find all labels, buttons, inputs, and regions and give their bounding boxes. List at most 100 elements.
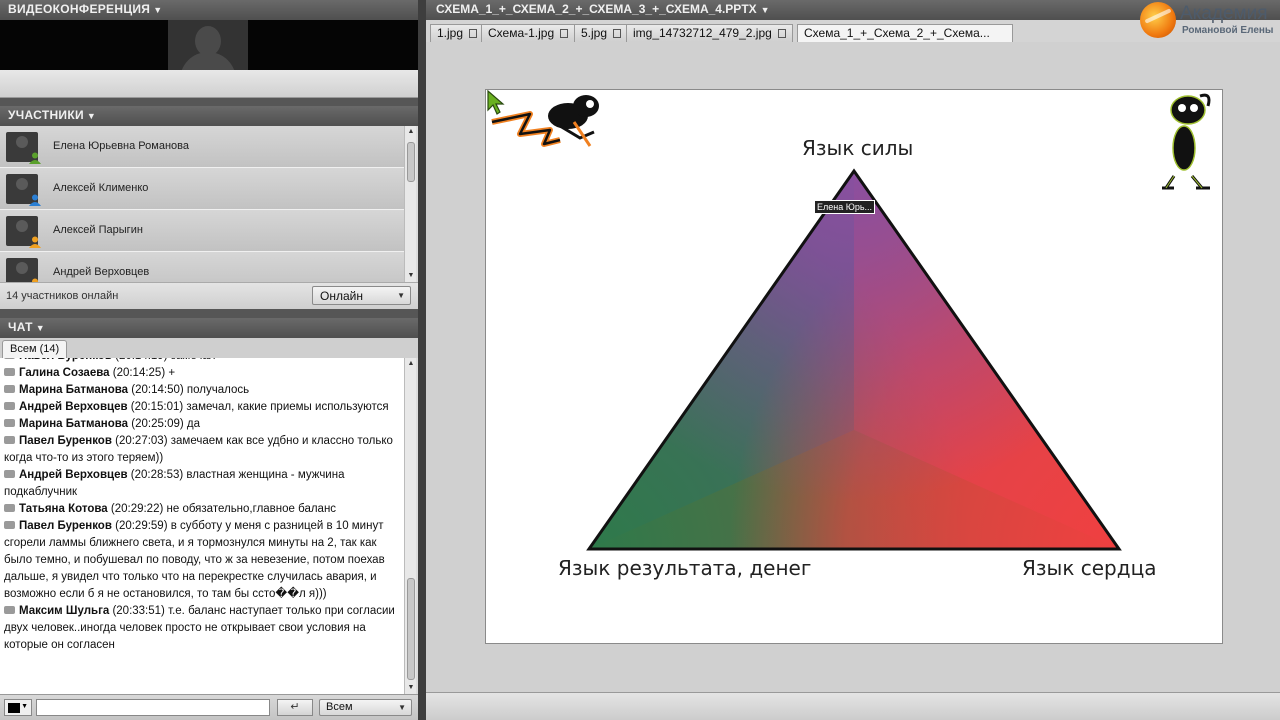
chat-message: Максим Шульга (20:33:51) т.е. баланс нас… xyxy=(4,603,398,654)
chat-author[interactable]: Марина Батманова xyxy=(19,384,128,396)
tab-file-1[interactable]: 1.jpg xyxy=(430,24,485,42)
chat-bubble-icon xyxy=(4,385,15,393)
chat-message-input[interactable] xyxy=(36,699,270,716)
participants-panel-header[interactable]: УЧАСТНИКИ ▼ xyxy=(0,106,418,126)
chat-panel: ЧАТ▼ Всем (14) Павел Буренков (20:14:19)… xyxy=(0,318,418,720)
chat-bubble-icon xyxy=(4,521,15,529)
video-panel-title: ВИДЕОКОНФЕРЕНЦИЯ xyxy=(8,2,151,16)
video-controls-bar xyxy=(0,70,418,98)
chat-author[interactable]: Андрей Верховцев xyxy=(19,401,128,413)
chat-text: не обязательно,главное баланс xyxy=(166,503,337,515)
chat-author[interactable]: Павел Буренков xyxy=(19,435,112,447)
label-bottom-right: Язык сердца xyxy=(1022,556,1157,580)
tab-file-3[interactable]: 5.jpg xyxy=(574,24,629,42)
chevron-down-icon[interactable]: ▼ xyxy=(36,323,45,333)
tab-label: 5.jpg xyxy=(581,26,608,40)
chat-time: (20:33:51) xyxy=(112,605,165,617)
avatar xyxy=(6,132,41,164)
chat-time: (20:15:01) xyxy=(130,401,184,413)
chevron-down-icon[interactable]: ▼ xyxy=(153,5,162,15)
chat-text: в субботу у меня с разницей в 10 минут с… xyxy=(4,520,385,600)
chat-message: Андрей Верховцев (20:15:01) замечал, как… xyxy=(4,399,398,416)
chat-author[interactable]: Максим Шульга xyxy=(19,605,109,617)
participant-name: Елена Юрьевна Романова xyxy=(53,140,189,152)
avatar xyxy=(6,258,38,282)
chat-bubble-icon xyxy=(4,402,15,410)
chat-time: (20:14:25) xyxy=(112,367,166,379)
scroll-down-icon[interactable]: ▼ xyxy=(405,682,417,694)
participant-row[interactable]: Алексей Клименко xyxy=(0,168,404,210)
chat-message-list: Павел Буренков (20:14:19) замечалГалина … xyxy=(0,358,402,654)
chat-panel-header[interactable]: ЧАТ ▼ xyxy=(0,318,418,338)
tab-file-4[interactable]: img_14732712_479_2.jpg xyxy=(626,24,793,42)
label-top: Язык силы xyxy=(802,136,914,160)
recipient-select-value: Всем xyxy=(326,701,353,713)
document-toolbar xyxy=(426,692,1280,720)
academy-logo: Академия Романовой Елены xyxy=(1140,0,1276,40)
status-select[interactable]: Онлайн ▼ xyxy=(312,286,411,305)
online-count: 14 участников онлайн xyxy=(6,290,119,302)
app-window: ВИДЕОКОНФЕРЕНЦИЯ ▼ УЧАСТНИКИ ▼ Елена Юрьев xyxy=(0,0,1280,720)
slide-viewport: Язык силы Язык результата, денег Язык се… xyxy=(426,42,1280,692)
send-button[interactable]: ↵ xyxy=(277,699,313,716)
chat-time: (20:28:53) xyxy=(130,469,184,481)
chevron-down-icon: ▼ xyxy=(21,703,28,710)
tab-file-5[interactable]: Схема_1_+_Схема_2_+_Схема... xyxy=(797,24,1013,42)
chevron-down-icon: ▼ xyxy=(398,703,406,712)
document-tabs: 1.jpg Схема-1.jpg 5.jpg img_14732712_479… xyxy=(426,22,1146,42)
user-silhouette-body xyxy=(180,52,236,70)
chat-author[interactable]: Марина Батманова xyxy=(19,418,128,430)
participant-name: Алексей Клименко xyxy=(53,182,149,194)
text-color-picker[interactable]: ▼ xyxy=(4,699,32,716)
chevron-down-icon[interactable]: ▼ xyxy=(87,111,96,121)
chat-tab-all[interactable]: Всем (14) xyxy=(2,340,68,358)
scroll-up-icon[interactable]: ▲ xyxy=(405,358,417,370)
user-status-icon xyxy=(29,194,41,206)
chat-author[interactable]: Галина Созаева xyxy=(19,367,110,379)
left-column: ВИДЕОКОНФЕРЕНЦИЯ ▼ УЧАСТНИКИ ▼ Елена Юрьев xyxy=(0,0,418,720)
presenter-cursor-icon xyxy=(487,90,505,115)
chat-time: (20:27:03) xyxy=(115,435,168,447)
document-panel: СХЕМА_1_+_СХЕМА_2_+_СХЕМА_3_+_СХЕМА_4.PP… xyxy=(426,0,1280,720)
chat-message: Павел Буренков (20:27:03) замечаем как в… xyxy=(4,433,398,467)
recipient-select[interactable]: Всем ▼ xyxy=(319,699,412,716)
participants-footer: 14 участников онлайн Онлайн ▼ xyxy=(0,282,418,309)
chevron-down-icon[interactable]: ▼ xyxy=(761,5,770,15)
participant-row[interactable]: Андрей Верховцев xyxy=(0,252,404,282)
document-title: СХЕМА_1_+_СХЕМА_2_+_СХЕМА_3_+_СХЕМА_4.PP… xyxy=(436,2,757,16)
chat-text: + xyxy=(168,367,176,379)
panel-divider[interactable] xyxy=(418,0,426,720)
tab-label: Схема_1_+_Схема_2_+_Схема... xyxy=(804,26,990,40)
chat-message: Галина Созаева (20:14:25) + xyxy=(4,365,398,382)
chat-text: да xyxy=(186,418,201,430)
video-area xyxy=(0,20,418,70)
tab-file-2[interactable]: Схема-1.jpg xyxy=(481,24,576,42)
document-icon xyxy=(469,29,478,38)
chat-time: (20:29:59) xyxy=(115,520,168,532)
chat-bubble-icon xyxy=(4,606,15,614)
avatar xyxy=(6,174,41,206)
participants-panel-title: УЧАСТНИКИ xyxy=(8,108,84,122)
chat-bubble-icon xyxy=(4,436,15,444)
running-ant-icon xyxy=(491,95,599,147)
chat-input-bar: ▼ ↵ Всем ▼ xyxy=(0,694,418,720)
participants-scrollbar[interactable]: ▲ ▼ xyxy=(404,126,416,282)
scroll-thumb[interactable] xyxy=(407,578,415,680)
participant-row[interactable]: Алексей Парыгин xyxy=(0,210,404,252)
avatar xyxy=(6,216,41,248)
chat-scrollbar[interactable]: ▲ ▼ xyxy=(404,358,416,694)
presenter-name-tag: Елена Юрь... xyxy=(814,200,876,214)
participant-row[interactable]: Елена Юрьевна Романова xyxy=(0,126,404,168)
chat-author[interactable]: Андрей Верховцев xyxy=(19,469,128,481)
chat-bubble-icon xyxy=(4,504,15,512)
scroll-up-icon[interactable]: ▲ xyxy=(405,126,417,138)
video-thumbnail[interactable] xyxy=(168,20,248,70)
chat-message: Марина Батманова (20:14:50) получалось xyxy=(4,382,398,399)
chat-author[interactable]: Татьяна Котова xyxy=(19,503,108,515)
chat-author[interactable]: Павел Буренков xyxy=(19,358,112,362)
scroll-down-icon[interactable]: ▼ xyxy=(405,270,417,282)
video-panel-header[interactable]: ВИДЕОКОНФЕРЕНЦИЯ ▼ xyxy=(0,0,418,20)
document-icon xyxy=(613,29,622,38)
scroll-thumb[interactable] xyxy=(407,142,415,182)
chat-author[interactable]: Павел Буренков xyxy=(19,520,112,532)
